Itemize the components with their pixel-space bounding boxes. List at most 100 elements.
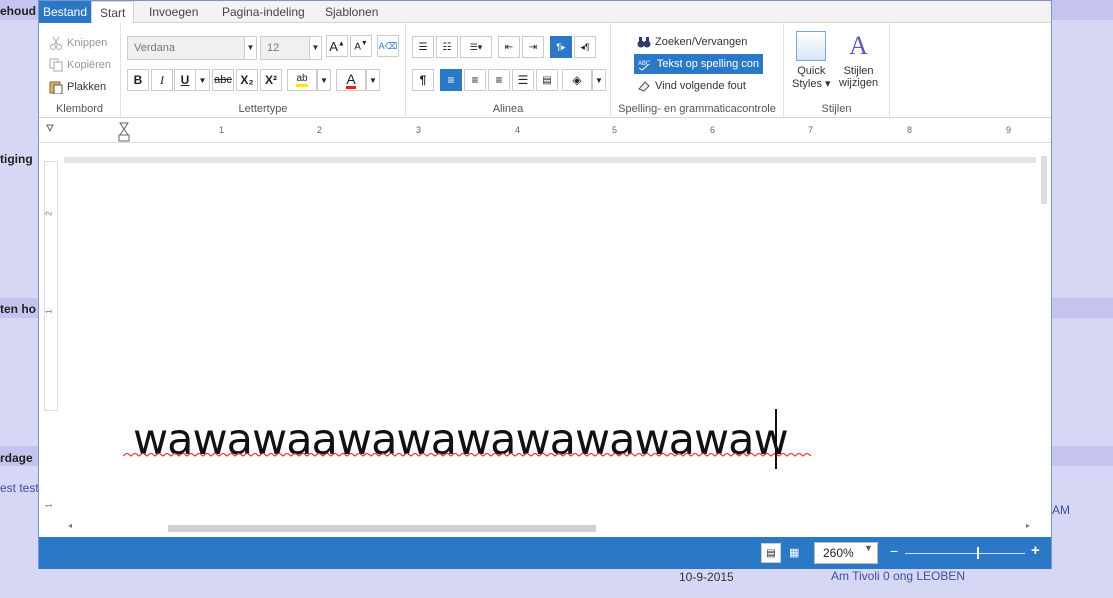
web-layout-button[interactable]: ▦ xyxy=(789,546,799,559)
shrink-font-button[interactable]: A▼ xyxy=(350,35,372,57)
copy-icon xyxy=(49,58,63,72)
zoom-slider-thumb[interactable] xyxy=(977,547,979,559)
clear-format-button[interactable]: A⌫ xyxy=(377,35,399,57)
decrease-indent-button[interactable]: ⇤ xyxy=(498,36,520,58)
numbering-button[interactable]: ☷ xyxy=(436,36,458,58)
horizontal-scrollbar[interactable]: ◂ ▸ xyxy=(64,521,1034,535)
ltr-button[interactable]: ¶▸ xyxy=(550,36,572,58)
change-styles-button[interactable]: A Stijlen wijzigen xyxy=(839,31,878,89)
align-center-button[interactable]: ≡ xyxy=(464,69,486,91)
print-layout-button[interactable]: ▤ xyxy=(761,543,781,563)
clear-format-icon: A⌫ xyxy=(378,40,398,51)
numbered-list-icon: ☷ xyxy=(442,41,452,53)
subscript-button[interactable]: X₂ xyxy=(236,69,258,91)
vertical-ruler[interactable]: 2 1 1 xyxy=(43,161,59,531)
change-styles-icon: A xyxy=(849,31,868,60)
italic-button[interactable]: I xyxy=(151,69,173,91)
tab-start[interactable]: Start xyxy=(91,1,135,24)
zoom-out-button[interactable]: − xyxy=(890,543,898,559)
ruler-number: 1 xyxy=(219,125,225,135)
grow-font-icon: A▲ xyxy=(329,38,345,54)
highlight-button[interactable]: ab xyxy=(287,69,317,91)
ruler-ticks xyxy=(46,122,130,142)
bg-address[interactable]: Am Tivoli 0 ong LEOBEN xyxy=(831,569,965,583)
eraser-icon xyxy=(637,79,651,93)
shading-button[interactable]: ◈ xyxy=(562,69,592,91)
font-family-value: Verdana xyxy=(134,42,175,54)
zoom-slider[interactable] xyxy=(905,553,1025,554)
show-marks-button[interactable]: ¶ xyxy=(412,69,434,91)
bg-label: rdage xyxy=(0,451,33,465)
bg-fragment: AM xyxy=(1052,503,1070,517)
underline-options[interactable]: ▼ xyxy=(196,69,210,91)
cut-button[interactable]: Knippen xyxy=(49,36,107,50)
group-label: Alinea xyxy=(492,103,524,115)
underline-button[interactable]: U xyxy=(174,69,196,91)
ruler-number: 3 xyxy=(416,125,422,135)
page-view-icon: ▤ xyxy=(766,547,776,559)
scroll-left-icon[interactable]: ◂ xyxy=(68,521,72,530)
find-replace-button[interactable]: Zoeken/Vervangen xyxy=(637,35,747,49)
grow-font-button[interactable]: A▲ xyxy=(326,35,348,57)
ribbon: Knippen Kopiëren Plakken Klembord Verdan… xyxy=(39,23,1051,118)
line-spacing-button[interactable]: ▤ xyxy=(536,69,558,91)
ruler-number: 9 xyxy=(1006,125,1012,135)
quick-styles-button[interactable]: Quick Styles ▾ xyxy=(792,31,831,90)
horizontal-ruler[interactable]: 1 2 3 4 5 6 7 8 9 xyxy=(39,119,1051,143)
tab-invoegen[interactable]: Invoegen xyxy=(141,1,206,23)
strikethrough-button[interactable]: abc xyxy=(212,69,234,91)
spelling-error-underline xyxy=(123,453,811,457)
superscript-button[interactable]: X² xyxy=(260,69,282,91)
horizontal-scroll-thumb[interactable] xyxy=(168,525,596,532)
spell-check-label: Tekst op spelling con xyxy=(656,58,759,70)
paste-button[interactable]: Plakken xyxy=(49,80,106,95)
bullets-button[interactable]: ☰ xyxy=(412,36,434,58)
binoculars-icon xyxy=(637,35,651,49)
justify-button[interactable]: ☰ xyxy=(512,69,534,91)
indent-icon: ⇥ xyxy=(528,41,538,53)
ribbon-tabs: Bestand Start Invoegen Pagina-indeling S… xyxy=(39,1,1051,24)
justify-icon: ☰ xyxy=(517,73,529,87)
tab-pagina-indeling[interactable]: Pagina-indeling xyxy=(214,1,313,23)
vertical-scrollbar[interactable] xyxy=(1039,151,1049,521)
copy-button[interactable]: Kopiëren xyxy=(49,58,111,72)
vertical-scroll-thumb[interactable] xyxy=(1041,156,1047,204)
bg-link[interactable]: est test xyxy=(0,481,39,495)
font-size-select[interactable]: 12 ▼ xyxy=(260,36,322,60)
align-right-icon: ≡ xyxy=(495,73,503,87)
bg-label: ehoud xyxy=(0,4,36,18)
copy-label: Kopiëren xyxy=(67,59,112,71)
cut-label: Knippen xyxy=(67,37,108,49)
highlighter-icon: ab xyxy=(296,73,308,87)
rtl-icon: ◂¶ xyxy=(580,41,590,52)
align-left-button[interactable]: ≡ xyxy=(440,69,462,91)
font-family-select[interactable]: Verdana ▼ xyxy=(127,36,257,60)
spell-check-button[interactable]: ABC Tekst op spelling con xyxy=(634,54,763,74)
scroll-right-icon[interactable]: ▸ xyxy=(1026,521,1030,530)
align-right-button[interactable]: ≡ xyxy=(488,69,510,91)
font-color-button[interactable]: A xyxy=(336,69,366,91)
chevron-down-icon: ▼ xyxy=(369,75,377,85)
next-error-button[interactable]: Vind volgende fout xyxy=(637,79,746,93)
zoom-in-button[interactable]: + xyxy=(1031,542,1040,559)
quick-styles-icon xyxy=(796,31,827,61)
group-label: Spelling- en grammaticacontrole xyxy=(618,103,776,115)
group-spelling: Zoeken/Vervangen ABC Tekst op spelling c… xyxy=(611,23,784,118)
multilevel-list-button[interactable]: ☰▾ xyxy=(460,36,492,58)
tab-sjablonen[interactable]: Sjablonen xyxy=(317,1,386,23)
tab-bestand[interactable]: Bestand xyxy=(39,1,92,23)
shading-options[interactable]: ▼ xyxy=(592,69,606,91)
editor-window: Bestand Start Invoegen Pagina-indeling S… xyxy=(38,0,1052,569)
chevron-down-icon: ▼ xyxy=(864,543,873,553)
align-left-icon: ≡ xyxy=(447,73,455,87)
highlight-options[interactable]: ▼ xyxy=(317,69,331,91)
rtl-button[interactable]: ◂¶ xyxy=(574,36,596,58)
group-label: Klembord xyxy=(55,103,104,115)
font-color-options[interactable]: ▼ xyxy=(366,69,380,91)
vruler-number: 1 xyxy=(44,309,54,314)
scissors-icon xyxy=(49,36,63,50)
chevron-down-icon: ▼ xyxy=(244,37,256,59)
ruler-number: 4 xyxy=(515,125,521,135)
increase-indent-button[interactable]: ⇥ xyxy=(522,36,544,58)
bold-button[interactable]: B xyxy=(127,69,149,91)
